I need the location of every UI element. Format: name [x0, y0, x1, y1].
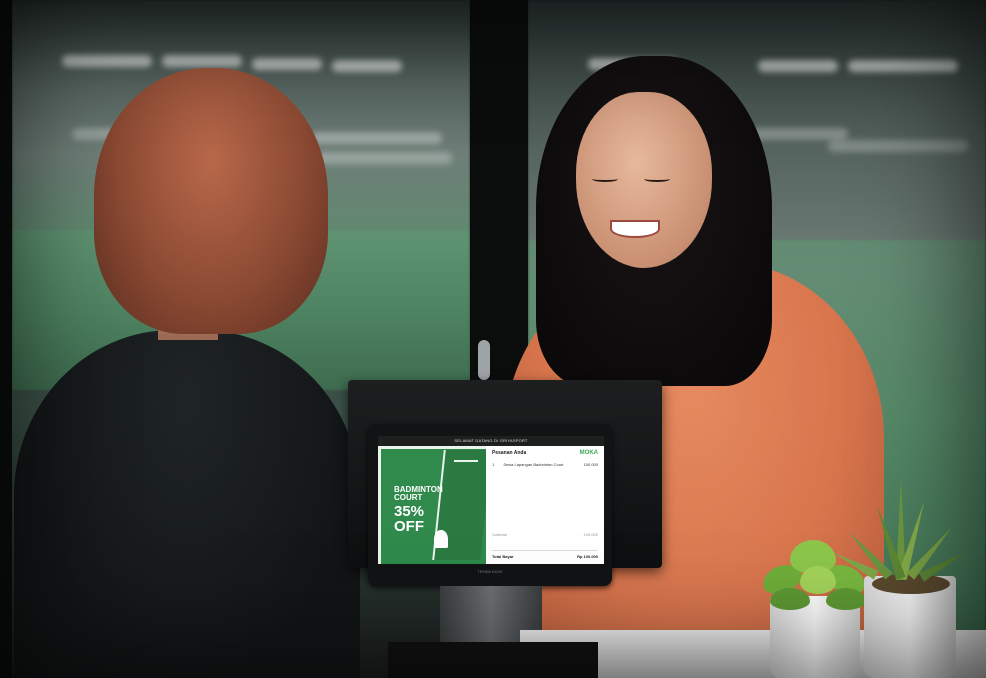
pos-screen: SELAMAT DATANG DI GRIYASPORT BADMINTON C…: [378, 436, 604, 564]
shuttlecock-icon: [434, 530, 448, 548]
total-row: Total Bayar Rp 100.000: [492, 550, 598, 559]
total-label: Total Bayar: [492, 554, 514, 559]
kiosk-base: [388, 642, 598, 678]
door-handle: [478, 340, 490, 380]
subtotal-row: Subtotal 100.000: [492, 532, 598, 537]
total-value: Rp 100.000: [577, 554, 598, 559]
order-panel: Pesanan Anda MOKA 1 Sewa Lapangan Badmin…: [486, 446, 604, 564]
photo-scene: SELAMAT DATANG DI GRIYASPORT BADMINTON C…: [0, 0, 986, 678]
tablet-footer: TERIMA KASIH: [477, 570, 503, 574]
promo-discount: 35% OFF: [394, 503, 425, 535]
subtotal-label: Subtotal: [492, 532, 507, 537]
screen-header: SELAMAT DATANG DI GRIYASPORT: [378, 436, 604, 446]
window-frame: [470, 0, 528, 390]
promo-banner[interactable]: BADMINTON COURT 35% OFF: [378, 446, 486, 564]
window-frame-left: [0, 0, 12, 678]
subtotal-value: 100.000: [583, 532, 598, 537]
item-price: 100.000: [583, 462, 598, 467]
brand-logo: MOKA: [579, 450, 598, 456]
item-qty: 1: [492, 462, 495, 467]
order-item-row[interactable]: 1 Sewa Lapangan Badminton Court 100.000: [492, 462, 598, 467]
promo-title: BADMINTON COURT: [394, 485, 443, 502]
item-name: Sewa Lapangan Badminton Court: [503, 462, 564, 467]
